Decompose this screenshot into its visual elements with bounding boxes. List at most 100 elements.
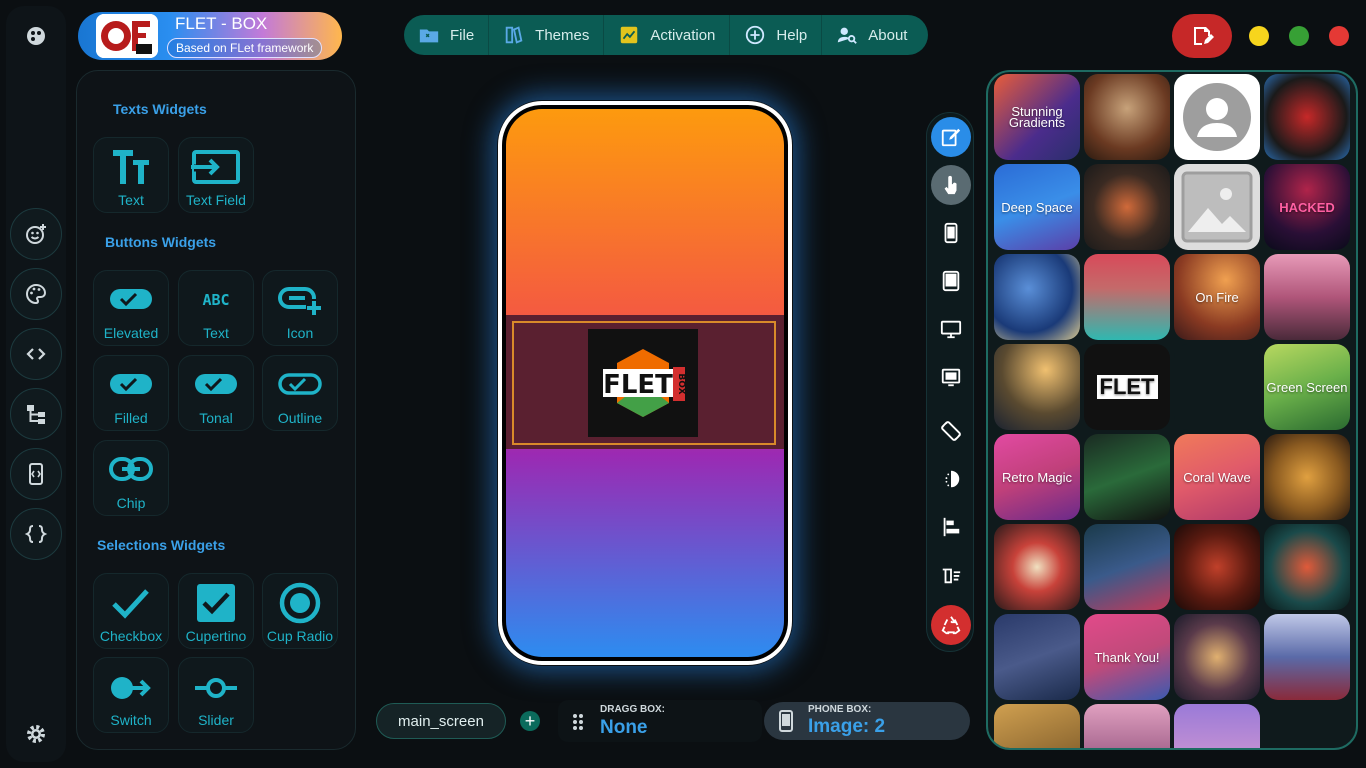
gallery-item[interactable]	[994, 614, 1080, 700]
widget-elevated-button[interactable]: Elevated	[93, 270, 169, 346]
gallery-item[interactable]: Thank You!	[1084, 614, 1170, 700]
close-button[interactable]	[1329, 26, 1349, 46]
gallery-item[interactable]: On Fire	[1174, 254, 1260, 340]
desktop-size-button[interactable]	[931, 309, 971, 349]
phone-box-label: PHONE BOX:	[808, 704, 872, 715]
widget-slider[interactable]: Slider	[178, 657, 254, 733]
gallery-item[interactable]	[1264, 614, 1350, 700]
recycle-button[interactable]	[931, 605, 971, 645]
tool-bar	[926, 112, 974, 652]
gallery-item[interactable]	[1174, 524, 1260, 610]
gallery-item[interactable]: Retro Magic	[994, 434, 1080, 520]
emoji-add-icon[interactable]	[10, 208, 62, 260]
widget-outline-button[interactable]: Outline	[262, 355, 338, 431]
gallery-item[interactable]	[1084, 164, 1170, 250]
widget-switch[interactable]: Switch	[93, 657, 169, 733]
phone-image-side-text: BOX	[676, 373, 686, 394]
widget-chip[interactable]: Chip	[93, 440, 169, 516]
gallery-item[interactable]	[1084, 74, 1170, 160]
about-icon	[838, 27, 858, 44]
app-logo	[96, 14, 158, 58]
screen-selector[interactable]: main_screen	[376, 703, 506, 739]
widget-text-button[interactable]: ABC Text	[178, 270, 254, 346]
widget-text-field[interactable]: Text Field	[178, 137, 254, 213]
gallery-item[interactable]	[1174, 614, 1260, 700]
phone-image-widget[interactable]: FLET BOX	[588, 329, 698, 437]
menu-file[interactable]: File	[404, 15, 490, 55]
phone-size-button[interactable]	[931, 213, 971, 253]
minimize-button[interactable]	[1249, 26, 1269, 46]
gallery-item[interactable]	[994, 254, 1080, 340]
maximize-button[interactable]	[1289, 26, 1309, 46]
touch-icon	[944, 175, 957, 195]
gallery-item[interactable]	[1084, 524, 1170, 610]
rotate-screen-button[interactable]	[931, 411, 971, 451]
phone-screen: FLET BOX	[502, 105, 788, 661]
menu-bar: File Themes Activation Help About	[404, 15, 928, 55]
checkbox-checked-icon	[197, 584, 235, 622]
menu-about[interactable]: About	[822, 15, 921, 55]
outline-button-icon	[278, 373, 322, 395]
delete-sweep-icon	[942, 568, 961, 584]
gallery-item[interactable]	[1084, 434, 1170, 520]
gallery-item[interactable]: HACKED	[1264, 164, 1350, 250]
gallery-item[interactable]	[1084, 254, 1170, 340]
widget-text[interactable]: Text	[93, 137, 169, 213]
gallery-item[interactable]	[1174, 74, 1260, 160]
check-icon	[112, 589, 149, 619]
app-palette-icon[interactable]	[10, 10, 62, 62]
themes-icon	[505, 26, 523, 44]
switch-arrow-icon	[111, 677, 151, 699]
gallery-item[interactable]: Green Screen	[1264, 344, 1350, 430]
gallery-item[interactable]: Deep Space	[994, 164, 1080, 250]
widget-tonal-button[interactable]: Tonal	[178, 355, 254, 431]
widget-filled-button[interactable]: Filled	[93, 355, 169, 431]
delete-list-button[interactable]	[931, 555, 971, 595]
settings-icon[interactable]	[10, 708, 62, 760]
gallery-item[interactable]	[1264, 254, 1350, 340]
menu-activation[interactable]: Activation	[604, 15, 731, 55]
gallery-item[interactable]	[1264, 74, 1350, 160]
tablet-size-button[interactable]	[931, 261, 971, 301]
gallery-item[interactable]	[1084, 704, 1170, 748]
gallery-item[interactable]	[994, 344, 1080, 430]
chip-link-icon	[109, 457, 153, 481]
gallery-item[interactable]	[1174, 164, 1260, 250]
braces-icon[interactable]	[10, 508, 62, 560]
alignment-button[interactable]	[931, 507, 971, 547]
gallery-item[interactable]: Coral Wave	[1174, 434, 1260, 520]
tv-size-button[interactable]	[931, 357, 971, 397]
buttons-widgets-title: Buttons Widgets	[105, 234, 217, 250]
touch-mode-button[interactable]	[931, 165, 971, 205]
gallery-item[interactable]	[1264, 434, 1350, 520]
widget-checkbox[interactable]: Checkbox	[93, 573, 169, 649]
palette-icon[interactable]	[10, 268, 62, 320]
gallery-item[interactable]	[1264, 524, 1350, 610]
add-screen-button[interactable]: +	[520, 711, 540, 731]
mobile-code-icon[interactable]	[10, 448, 62, 500]
filled-button-icon	[110, 374, 152, 394]
gallery-item[interactable]	[1174, 704, 1260, 748]
code-icon[interactable]	[10, 328, 62, 380]
widget-icon-button[interactable]: Icon	[262, 270, 338, 346]
avatar-placeholder-icon	[1183, 83, 1251, 151]
gallery-item[interactable]	[994, 704, 1080, 748]
texts-widgets-title: Texts Widgets	[113, 101, 207, 117]
phone-screen-canvas[interactable]: FLET BOX	[506, 109, 784, 657]
menu-themes[interactable]: Themes	[489, 15, 605, 55]
edit-mode-button[interactable]	[931, 117, 971, 157]
gallery-item[interactable]	[1174, 344, 1260, 430]
gallery-item[interactable]: Stunning Gradients	[994, 74, 1080, 160]
phone-preview: FLET BOX	[498, 101, 792, 665]
menu-help[interactable]: Help	[730, 15, 823, 55]
icon-button-icon	[278, 287, 322, 315]
widget-cupertino-radio[interactable]: Cup Radio	[262, 573, 338, 649]
edit-document-button[interactable]	[1172, 14, 1232, 58]
widget-cupertino-checkbox[interactable]: Cupertino	[178, 573, 254, 649]
file-icon	[419, 29, 439, 43]
gallery-item[interactable]	[994, 524, 1080, 610]
tree-icon[interactable]	[10, 388, 62, 440]
gallery-item[interactable]: FLET	[1084, 344, 1170, 430]
contrast-button[interactable]	[931, 459, 971, 499]
align-icon	[943, 517, 960, 537]
